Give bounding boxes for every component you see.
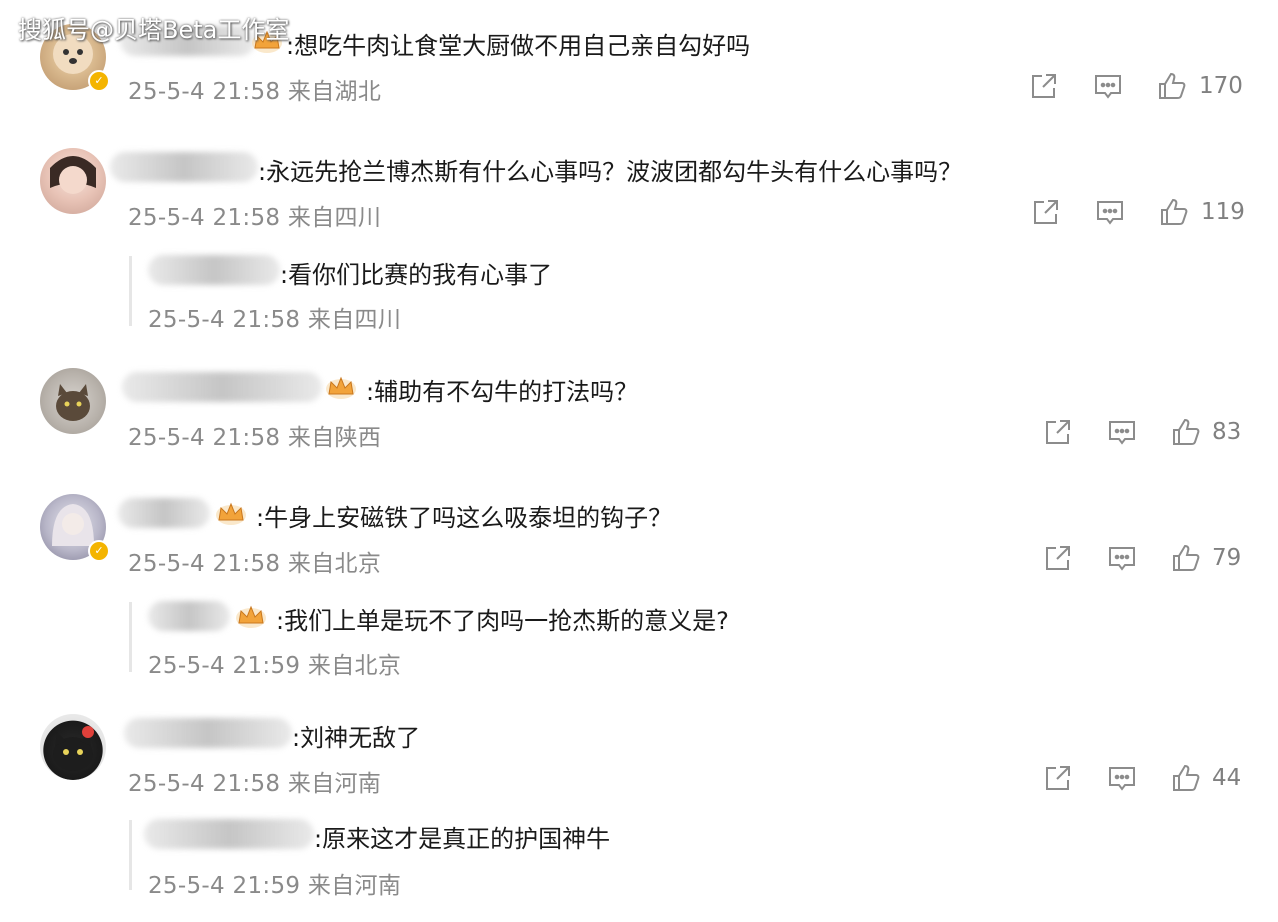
crown-icon <box>216 502 246 525</box>
reply-meta: 25-5-4 21:59 来自北京 <box>148 653 402 679</box>
comment-text: :永远先抢兰博杰斯有什么心事吗？波波团都勾牛头有什么心事吗？ <box>258 158 963 186</box>
comment-meta: 25-5-4 21:58 来自陕西 <box>128 425 382 451</box>
comment-icon[interactable] <box>1092 70 1124 102</box>
like-count: 79 <box>1212 545 1242 571</box>
avatar-black-cat-image <box>53 726 94 771</box>
username-redacted <box>144 819 314 849</box>
reply-text: :看你们比赛的我有心事了 <box>280 261 553 289</box>
share-icon[interactable] <box>1042 762 1074 794</box>
thumbs-up-icon[interactable] <box>1170 416 1202 448</box>
comment-meta: 25-5-4 21:58 来自北京 <box>128 551 382 577</box>
reply-divider <box>129 602 132 672</box>
like-count: 44 <box>1212 765 1242 791</box>
username-redacted <box>124 718 292 748</box>
comment-text: :辅助有不勾牛的打法吗？ <box>366 378 639 406</box>
username-redacted <box>148 601 230 631</box>
comment-meta: 25-5-4 21:58 来自河南 <box>128 771 382 797</box>
comment-meta: 25-5-4 21:58 来自湖北 <box>128 79 382 105</box>
avatar[interactable] <box>40 714 106 780</box>
avatar[interactable] <box>40 148 106 214</box>
like-count: 119 <box>1201 199 1245 225</box>
comment-icon[interactable] <box>1106 542 1138 574</box>
like-count: 83 <box>1212 419 1242 445</box>
comment-text: :想吃牛肉让食堂大厨做不用自己亲自勾好吗 <box>286 32 751 60</box>
share-icon[interactable] <box>1030 196 1062 228</box>
reply-divider <box>129 820 132 890</box>
reply-text: :我们上单是玩不了肉吗一抢杰斯的意义是? <box>276 607 729 635</box>
like-count: 170 <box>1199 73 1243 99</box>
crown-icon <box>236 605 266 628</box>
comment-icon[interactable] <box>1094 196 1126 228</box>
username-redacted <box>122 372 322 402</box>
reply-meta: 25-5-4 21:58 来自四川 <box>148 307 402 333</box>
avatar[interactable] <box>40 368 106 434</box>
reply-text: :原来这才是真正的护国神牛 <box>314 825 611 853</box>
comment-text: :牛身上安磁铁了吗这么吸泰坦的钩子？ <box>256 504 673 532</box>
avatar-cat-image <box>56 384 90 421</box>
reply-divider <box>129 256 132 326</box>
share-icon[interactable] <box>1042 416 1074 448</box>
share-icon[interactable] <box>1028 70 1060 102</box>
username-redacted <box>148 255 280 285</box>
username-redacted <box>110 152 258 182</box>
reply-meta: 25-5-4 21:59 来自河南 <box>148 873 402 899</box>
verified-badge-icon: ✓ <box>88 70 110 92</box>
comment-meta: 25-5-4 21:58 来自四川 <box>128 205 382 231</box>
avatar-person-image <box>50 156 96 194</box>
thumbs-up-icon[interactable] <box>1170 542 1202 574</box>
comment-icon[interactable] <box>1106 762 1138 794</box>
crown-icon <box>326 376 356 399</box>
comment-text: :刘神无敌了 <box>292 724 421 752</box>
verified-badge-icon: ✓ <box>88 540 110 562</box>
watermark: 搜狐号@贝塔Beta工作室 <box>18 16 290 44</box>
comment-icon[interactable] <box>1106 416 1138 448</box>
thumbs-up-icon[interactable] <box>1158 196 1190 228</box>
thumbs-up-icon[interactable] <box>1156 70 1188 102</box>
thumbs-up-icon[interactable] <box>1170 762 1202 794</box>
share-icon[interactable] <box>1042 542 1074 574</box>
username-redacted <box>118 498 210 528</box>
